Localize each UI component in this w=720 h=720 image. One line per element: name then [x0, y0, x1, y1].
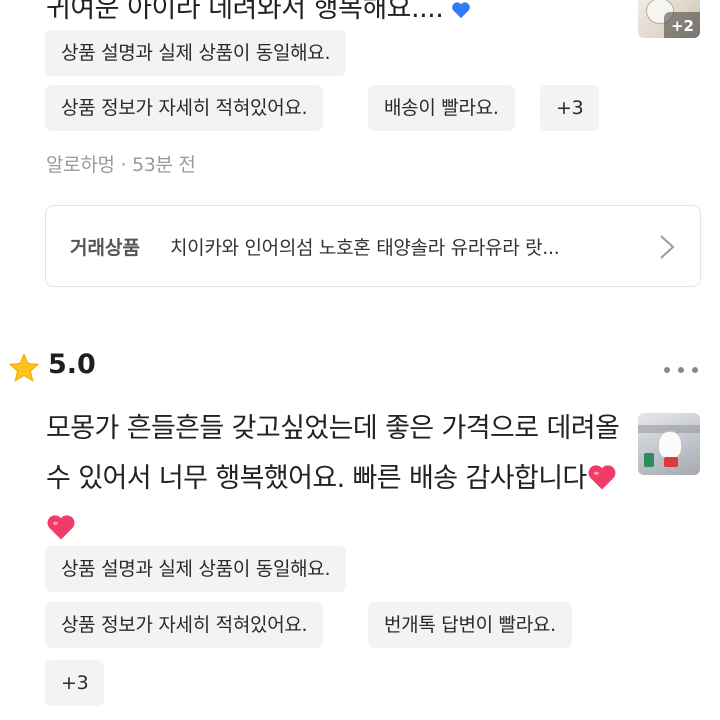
heart-icon	[47, 515, 75, 540]
chevron-right-icon	[660, 235, 675, 259]
rating-value: 5.0	[48, 349, 96, 380]
review-meta: 알로하멍 · 53분 전	[46, 154, 196, 176]
heart-icon	[452, 1, 471, 18]
more-tags-chip[interactable]: +3	[540, 85, 600, 131]
star-icon	[8, 353, 40, 382]
review-tag-chip: 배송이 빨라요.	[368, 85, 515, 131]
more-icon[interactable]	[662, 365, 700, 375]
review-tag-chip: 상품 정보가 자세히 적혀있어요.	[45, 85, 324, 131]
review-body: 모몽가 흔들흔들 갖고싶었는데 좋은 가격으로 데려올 수 있어서 너무 행복했…	[46, 404, 626, 554]
photo-count: +2	[670, 17, 694, 35]
review-photo-thumbnail[interactable]	[638, 413, 700, 475]
review-tag-chip: 상품 정보가 자세히 적혀있어요.	[45, 602, 324, 648]
review-body-line: 모몽가 흔들흔들 갖고싶었는데 좋은 가격으로 데려올	[46, 413, 620, 444]
traded-product-label: 거래상품	[70, 237, 140, 259]
heart-icon	[588, 465, 616, 490]
review-tag-chip: 상품 설명과 실제 상품이 동일해요.	[45, 30, 347, 76]
review-text-cut: 귀여운 아이라 데려와서 행복해요....	[46, 0, 471, 25]
review-tag-chip: 번개톡 답변이 빨라요.	[368, 602, 572, 648]
review-photo-thumbnail[interactable]: +2	[638, 0, 700, 38]
more-tags-chip[interactable]: +3	[45, 660, 105, 706]
review-body-line: 수 있어서 너무 행복했어요. 빠른 배송 감사합니다	[46, 454, 626, 504]
traded-product-name: 치이카와 인어의섬 노호혼 태양솔라 유라유라 랏...	[170, 237, 560, 259]
review-tag-chip: 상품 설명과 실제 상품이 동일해요.	[45, 546, 347, 592]
traded-product-card[interactable]: 거래상품 치이카와 인어의섬 노호혼 태양솔라 유라유라 랏...	[45, 205, 701, 287]
